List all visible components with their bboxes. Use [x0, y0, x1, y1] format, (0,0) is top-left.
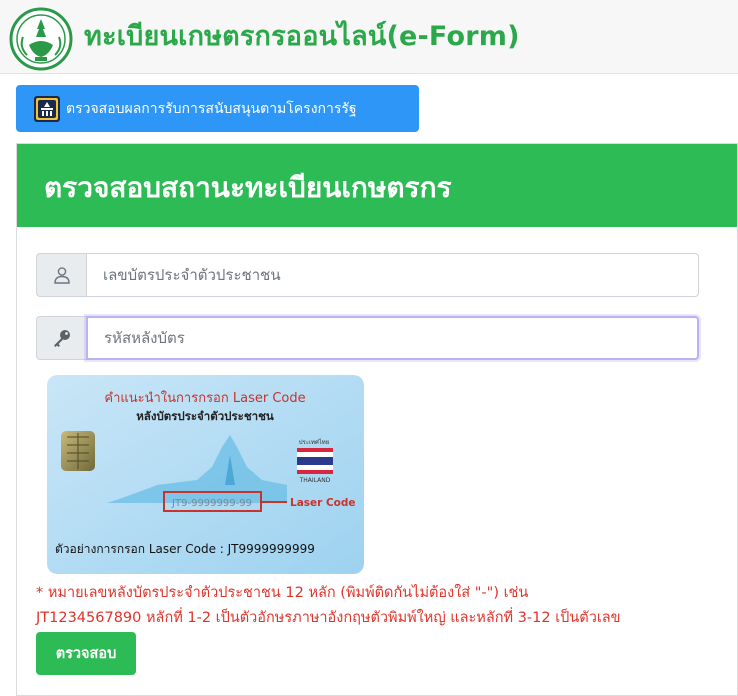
department-logo [9, 7, 73, 71]
example-text: ตัวอย่างการกรอก Laser Code : JT999999999… [55, 542, 315, 556]
guide-heading-1: คำแนะนำในการกรอก Laser Code [104, 390, 305, 406]
key-icon [36, 316, 86, 360]
government-program-icon [34, 95, 60, 122]
id-number-group [36, 253, 699, 297]
guide-heading-2: หลังบัตรประจำตัวประชาชน [136, 409, 274, 423]
user-icon [36, 253, 86, 297]
check-support-label: ตรวจสอบผลการรับการสนับสนุนตามโครงการรัฐ [66, 100, 357, 117]
check-support-button[interactable]: ตรวจสอบผลการรับการสนับสนุนตามโครงการรัฐ [16, 85, 419, 132]
thailand-label: THAILAND [299, 477, 331, 484]
note-line-2: JT1234567890 หลักที่ 1-2 เป็นตัวอักษรภาษ… [36, 610, 621, 626]
laser-code-label: Laser Code [290, 497, 356, 509]
note-line-1: * หมายเลขหลังบัตรประจำตัวประชาชน 12 หลัก… [36, 585, 529, 601]
country-label: ประเทศไทย [299, 438, 330, 446]
thai-flag-icon [297, 448, 333, 474]
laser-code-note: * หมายเลขหลังบัตรประจำตัวประชาชน 12 หลัก… [36, 581, 716, 631]
id-number-input[interactable] [86, 253, 699, 297]
site-title: ทะเบียนเกษตรกรออนไลน์(e-Form) [84, 21, 520, 52]
laser-code-guide-image: คำแนะนำในการกรอก Laser Code หลังบัตรประจ… [47, 375, 364, 574]
top-bar: ทะเบียนเกษตรกรออนไลน์(e-Form) [0, 0, 738, 74]
status-check-card: ตรวจสอบสถานะทะเบียนเกษตรกร เลขบัตรประจำต… [16, 143, 738, 696]
card-title: ตรวจสอบสถานะทะเบียนเกษตรกร [44, 171, 452, 204]
card-header: ตรวจสอบสถานะทะเบียนเกษตรกร [17, 144, 737, 227]
laser-code-group [36, 316, 699, 360]
sample-code: JT9-9999999-99 [171, 498, 252, 509]
laser-code-input[interactable] [86, 316, 699, 360]
submit-button[interactable]: ตรวจสอบ [36, 632, 136, 675]
